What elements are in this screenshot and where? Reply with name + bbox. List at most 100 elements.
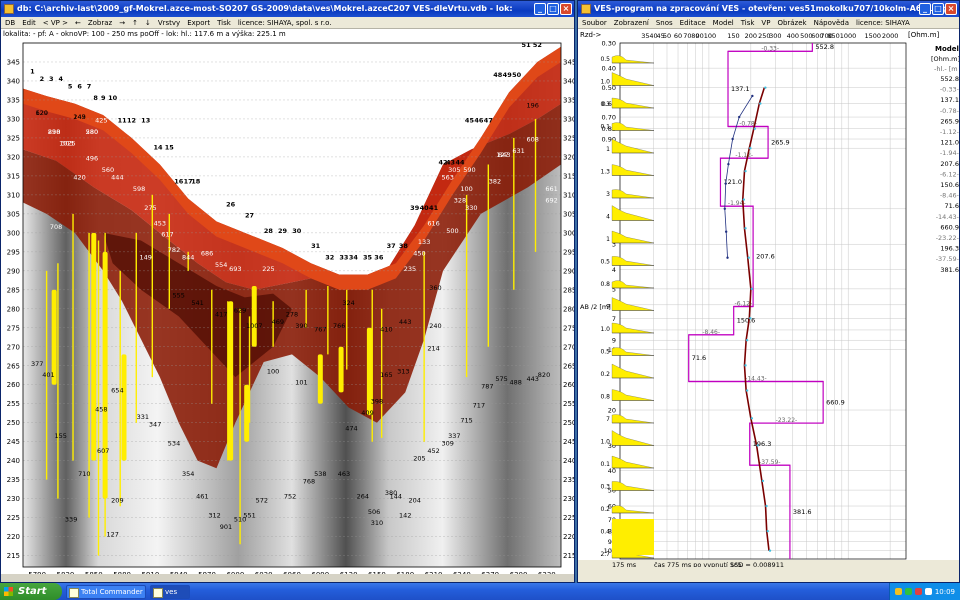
menu-item[interactable]: Tisk <box>741 17 755 28</box>
y-tick-label: 300 <box>563 229 575 237</box>
menu-item[interactable]: Tisk <box>217 17 231 28</box>
system-tray: 10:09 <box>888 583 960 600</box>
menu-item[interactable]: Zobraz <box>88 17 112 28</box>
resistivity-label: 398 <box>371 398 383 406</box>
taskbar-item-total-commander[interactable]: Total Commander 7.0... <box>66 584 146 599</box>
resistivity-label: 572 <box>256 496 268 504</box>
resistivity-label: 354 <box>182 470 194 478</box>
menu-item[interactable]: Editace <box>680 17 706 28</box>
y-tick-label: 280 <box>7 305 20 313</box>
y-tick-label: 335 <box>563 96 575 104</box>
menu-item[interactable]: Soubor <box>582 17 607 28</box>
menu-item[interactable]: Zobrazení <box>614 17 649 28</box>
resistivity-label: 240 <box>429 322 441 330</box>
station-label: 10 <box>108 94 118 102</box>
y-tick-label: 240 <box>563 457 575 465</box>
histogram-label: 0.8 <box>600 394 610 401</box>
y-tick-label: 225 <box>563 514 575 522</box>
resistivity-label: 488 <box>509 379 521 387</box>
fit-point <box>750 417 754 420</box>
resistivity-label: 381.6 <box>793 508 812 516</box>
fit-point <box>744 364 747 367</box>
fit-point <box>745 389 749 392</box>
tray-icon[interactable] <box>894 588 902 595</box>
menu-item[interactable]: Export <box>187 17 210 28</box>
menu-item[interactable]: VP <box>761 17 770 28</box>
station-label: 32 <box>325 253 334 261</box>
resistivity-label: 280 <box>86 128 98 136</box>
tray-icon[interactable] <box>924 588 932 595</box>
menu-item[interactable]: Vrstvy <box>158 17 180 28</box>
menu-item[interactable]: Obrázek <box>777 17 806 28</box>
model-panel-row: -14.43- <box>936 213 960 221</box>
resistivity-label: 554 <box>215 261 227 269</box>
fit-point <box>764 86 767 89</box>
x-tick-label: 35 <box>641 32 649 40</box>
menu-item[interactable]: ↓ <box>145 17 151 28</box>
model-panel-row: -1.12- <box>940 128 960 136</box>
station-label: 5 <box>68 83 73 91</box>
histogram-label: 0.2 <box>600 371 610 378</box>
model-panel-row: 552.8 <box>940 75 959 83</box>
y-tick-label: 230 <box>7 495 20 503</box>
borehole-bar <box>244 384 250 442</box>
menu-item[interactable]: Model <box>713 17 734 28</box>
menu-item[interactable]: DB <box>5 17 15 28</box>
tray-icon[interactable] <box>914 588 922 595</box>
sounding-canvas[interactable]: Rzd-> [Ohm.m]35 404550 60 70 8090100 150 200 250… <box>578 29 960 567</box>
menu-bar: Soubor Zobrazení Snos Editace Model Tisk VP Obr… <box>578 17 959 29</box>
start-button[interactable]: Start <box>0 583 62 600</box>
segment-point <box>726 256 729 259</box>
histogram-label: 4 <box>606 214 610 221</box>
y-tick-label: 235 <box>7 476 20 484</box>
minimize-button[interactable]: _ <box>534 3 546 15</box>
close-button[interactable]: × <box>560 3 572 15</box>
menu-item[interactable]: < VP > <box>43 17 68 28</box>
resistivity-label: 312 <box>208 512 220 520</box>
y-tick-label: 275 <box>563 324 575 332</box>
menu-item[interactable]: ↑ <box>132 17 138 28</box>
y-tick-label: 9 <box>612 337 616 345</box>
model-panel-row: 207.6 <box>940 160 959 168</box>
resistivity-label: 598 <box>133 185 145 193</box>
maximize-button[interactable]: □ <box>547 3 559 15</box>
x-tick-label: 1500 <box>864 32 881 40</box>
y-tick-label: 305 <box>563 210 575 218</box>
resistivity-label: 538 <box>314 470 326 478</box>
title-bar[interactable]: VES-program na zpracování VES - otevřen:… <box>578 1 959 17</box>
station-label: 37 <box>387 242 396 250</box>
cross-section-canvas[interactable]: 345 345340 340335 335330 330325 325320 320315 3… <box>1 39 575 583</box>
resistivity-label: 144 <box>390 493 402 501</box>
resistivity-label: 100 <box>460 185 472 193</box>
menu-item[interactable]: Nápověda <box>814 17 849 28</box>
resistivity-label: 150.6 <box>737 317 756 325</box>
tray-icon[interactable] <box>904 588 912 595</box>
y-tick-label: 255 <box>563 400 575 408</box>
y-tick-label: 240 <box>7 457 20 465</box>
menu-item[interactable]: licence: SIHAYA <box>856 17 910 28</box>
resistivity-label: 1007 <box>246 322 263 330</box>
y-tick-label: 310 <box>7 191 20 199</box>
y-tick-label: 220 <box>7 533 20 541</box>
maximize-button[interactable]: □ <box>932 3 944 15</box>
station-label: 34 <box>349 253 359 261</box>
menu-item[interactable]: Edit <box>22 17 36 28</box>
menu-item[interactable]: licence: SIHAYA, spol. s r.o. <box>238 17 332 28</box>
taskbar: Start Total Commander 7.0... ves 10:09 <box>0 583 960 600</box>
histogram-label: 7 <box>606 416 610 423</box>
station-label: 33 <box>339 253 348 261</box>
unit-label: [Ohm.m] <box>908 31 940 39</box>
resistivity-label: 463 <box>338 470 350 478</box>
close-button[interactable]: × <box>945 3 957 15</box>
minimize-button[interactable]: _ <box>919 3 931 15</box>
menu-item[interactable]: ← <box>75 17 81 28</box>
taskbar-item-ves[interactable]: ves <box>150 584 190 599</box>
model-panel-row: -6.12- <box>940 170 960 178</box>
title-bar[interactable]: db: C:\archiv-last\2009_gf-Mokrel.azce-m… <box>1 1 574 17</box>
menu-item[interactable]: → <box>119 17 125 28</box>
menu-item[interactable]: Snos <box>656 17 673 28</box>
scrollbar[interactable] <box>1 574 575 583</box>
resistivity-label: 313 <box>397 367 409 375</box>
resistivity-label: 686 <box>201 250 213 258</box>
resistivity-label: 555 <box>173 291 185 299</box>
